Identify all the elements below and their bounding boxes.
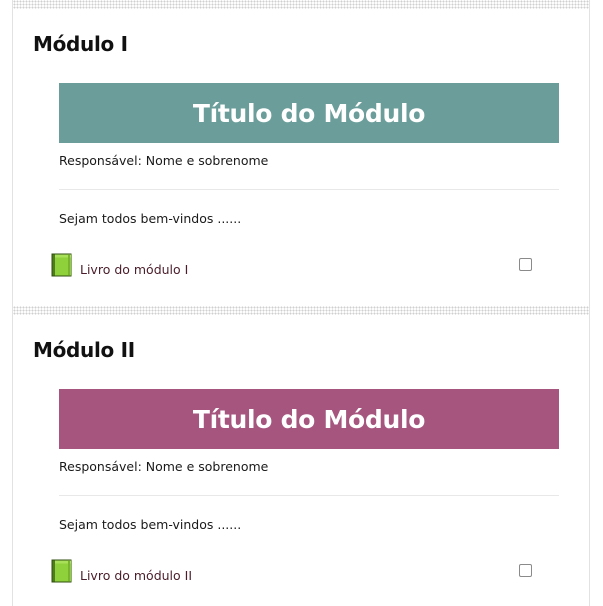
activity-book: Livro do módulo II bbox=[51, 559, 561, 585]
activity-link-book-module-2[interactable]: Livro do módulo II bbox=[80, 568, 192, 583]
section-separator bbox=[13, 0, 589, 9]
module-section-1: Módulo I Título do Módulo Responsável: N… bbox=[13, 0, 589, 306]
welcome-text: Sejam todos bem-vindos ...... bbox=[59, 211, 242, 226]
book-icon bbox=[51, 559, 72, 583]
module-section-2: Módulo II Título do Módulo Responsável: … bbox=[13, 306, 589, 606]
section-title: Módulo I bbox=[33, 32, 128, 56]
book-icon bbox=[51, 253, 72, 277]
activity-book: Livro do módulo I bbox=[51, 253, 561, 279]
activity-link-book-module-1[interactable]: Livro do módulo I bbox=[80, 262, 188, 277]
section-title: Módulo II bbox=[33, 338, 135, 362]
section-separator bbox=[13, 306, 589, 315]
module-banner: Título do Módulo bbox=[59, 389, 559, 449]
divider bbox=[59, 189, 559, 190]
welcome-text: Sejam todos bem-vindos ...... bbox=[59, 517, 242, 532]
responsible-text: Responsável: Nome e sobrenome bbox=[59, 459, 269, 474]
completion-checkbox[interactable] bbox=[519, 564, 532, 577]
divider bbox=[59, 495, 559, 496]
completion-checkbox[interactable] bbox=[519, 258, 532, 271]
module-banner: Título do Módulo bbox=[59, 83, 559, 143]
responsible-text: Responsável: Nome e sobrenome bbox=[59, 153, 269, 168]
